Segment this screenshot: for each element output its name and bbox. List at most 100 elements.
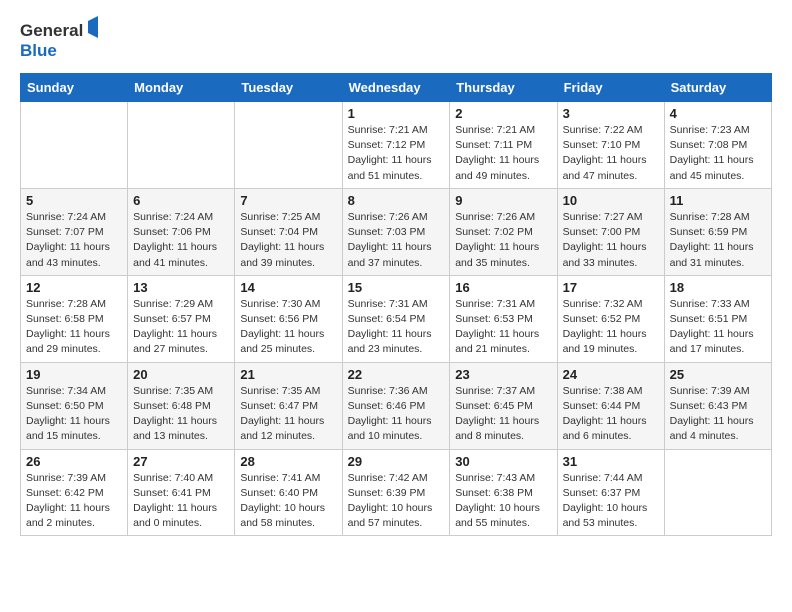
day-info: Sunrise: 7:31 AM Sunset: 6:54 PM Dayligh… bbox=[348, 297, 445, 358]
calendar-cell: 6 Sunrise: 7:24 AM Sunset: 7:06 PM Daylig… bbox=[128, 188, 235, 275]
logo-icon: GeneralBlue bbox=[20, 16, 100, 61]
calendar-table: SundayMondayTuesdayWednesdayThursdayFrid… bbox=[20, 73, 772, 536]
day-number: 25 bbox=[670, 367, 766, 382]
calendar-cell: 18Sunrise: 7:33 AM Sunset: 6:51 PM Dayli… bbox=[664, 275, 771, 362]
day-info: Sunrise: 7:28 AM Sunset: 6:59 PM Dayligh… bbox=[670, 210, 766, 271]
day-number: 11 bbox=[670, 193, 766, 208]
day-info: Sunrise: 7:28 AM Sunset: 6:58 PM Dayligh… bbox=[26, 297, 122, 358]
day-number: 7 bbox=[240, 193, 336, 208]
weekday-header-monday: Monday bbox=[128, 74, 235, 102]
calendar-cell: 10 Sunrise: 7:27 AM Sunset: 7:00 PM Dayli… bbox=[557, 188, 664, 275]
day-info: Sunrise: 7:26 AM Sunset: 7:03 PM Dayligh… bbox=[348, 210, 445, 271]
calendar-cell: 3 Sunrise: 7:22 AM Sunset: 7:10 PM Daylig… bbox=[557, 102, 664, 189]
calendar-cell: 8 Sunrise: 7:26 AM Sunset: 7:03 PM Daylig… bbox=[342, 188, 450, 275]
day-number: 19 bbox=[26, 367, 122, 382]
calendar-cell: 27 Sunrise: 7:40 AM Sunset: 6:41 PM Dayli… bbox=[128, 449, 235, 536]
day-number: 9 bbox=[455, 193, 551, 208]
calendar-cell: 11 Sunrise: 7:28 AM Sunset: 6:59 PM Dayli… bbox=[664, 188, 771, 275]
weekday-header-row: SundayMondayTuesdayWednesdayThursdayFrid… bbox=[21, 74, 772, 102]
calendar-cell: 22 Sunrise: 7:36 AM Sunset: 6:46 PM Dayli… bbox=[342, 362, 450, 449]
calendar-cell bbox=[21, 102, 128, 189]
day-info: Sunrise: 7:27 AM Sunset: 7:00 PM Dayligh… bbox=[563, 210, 659, 271]
day-number: 3 bbox=[563, 106, 659, 121]
calendar-cell: 14 Sunrise: 7:30 AM Sunset: 6:56 PM Dayli… bbox=[235, 275, 342, 362]
calendar-cell: 31Sunrise: 7:44 AM Sunset: 6:37 PM Dayli… bbox=[557, 449, 664, 536]
calendar-week-row: 5 Sunrise: 7:24 AM Sunset: 7:07 PM Daylig… bbox=[21, 188, 772, 275]
weekday-header-thursday: Thursday bbox=[450, 74, 557, 102]
calendar-cell: 13Sunrise: 7:29 AM Sunset: 6:57 PM Dayli… bbox=[128, 275, 235, 362]
calendar-cell: 29Sunrise: 7:42 AM Sunset: 6:39 PM Dayli… bbox=[342, 449, 450, 536]
calendar-cell: 5 Sunrise: 7:24 AM Sunset: 7:07 PM Daylig… bbox=[21, 188, 128, 275]
day-number: 30 bbox=[455, 454, 551, 469]
calendar-cell: 9 Sunrise: 7:26 AM Sunset: 7:02 PM Daylig… bbox=[450, 188, 557, 275]
day-number: 13 bbox=[133, 280, 229, 295]
calendar-cell: 25 Sunrise: 7:39 AM Sunset: 6:43 PM Dayli… bbox=[664, 362, 771, 449]
calendar-cell: 7 Sunrise: 7:25 AM Sunset: 7:04 PM Daylig… bbox=[235, 188, 342, 275]
calendar-cell bbox=[235, 102, 342, 189]
day-number: 24 bbox=[563, 367, 659, 382]
calendar-cell: 12Sunrise: 7:28 AM Sunset: 6:58 PM Dayli… bbox=[21, 275, 128, 362]
calendar-cell: 28 Sunrise: 7:41 AM Sunset: 6:40 PM Dayli… bbox=[235, 449, 342, 536]
day-number: 18 bbox=[670, 280, 766, 295]
weekday-header-tuesday: Tuesday bbox=[235, 74, 342, 102]
weekday-header-sunday: Sunday bbox=[21, 74, 128, 102]
day-info: Sunrise: 7:23 AM Sunset: 7:08 PM Dayligh… bbox=[670, 123, 766, 184]
day-number: 15 bbox=[348, 280, 445, 295]
day-number: 22 bbox=[348, 367, 445, 382]
calendar-cell: 16 Sunrise: 7:31 AM Sunset: 6:53 PM Dayli… bbox=[450, 275, 557, 362]
day-info: Sunrise: 7:36 AM Sunset: 6:46 PM Dayligh… bbox=[348, 384, 445, 445]
day-number: 10 bbox=[563, 193, 659, 208]
day-number: 14 bbox=[240, 280, 336, 295]
day-number: 6 bbox=[133, 193, 229, 208]
calendar-cell: 26 Sunrise: 7:39 AM Sunset: 6:42 PM Dayli… bbox=[21, 449, 128, 536]
day-info: Sunrise: 7:22 AM Sunset: 7:10 PM Dayligh… bbox=[563, 123, 659, 184]
day-number: 1 bbox=[348, 106, 445, 121]
day-info: Sunrise: 7:31 AM Sunset: 6:53 PM Dayligh… bbox=[455, 297, 551, 358]
day-number: 16 bbox=[455, 280, 551, 295]
weekday-header-friday: Friday bbox=[557, 74, 664, 102]
calendar-cell: 30 Sunrise: 7:43 AM Sunset: 6:38 PM Dayli… bbox=[450, 449, 557, 536]
day-info: Sunrise: 7:21 AM Sunset: 7:11 PM Dayligh… bbox=[455, 123, 551, 184]
calendar-cell: 1 Sunrise: 7:21 AM Sunset: 7:12 PM Daylig… bbox=[342, 102, 450, 189]
day-number: 26 bbox=[26, 454, 122, 469]
calendar-cell: 21 Sunrise: 7:35 AM Sunset: 6:47 PM Dayli… bbox=[235, 362, 342, 449]
calendar-cell: 20 Sunrise: 7:35 AM Sunset: 6:48 PM Dayli… bbox=[128, 362, 235, 449]
weekday-header-wednesday: Wednesday bbox=[342, 74, 450, 102]
calendar-cell: 19Sunrise: 7:34 AM Sunset: 6:50 PM Dayli… bbox=[21, 362, 128, 449]
calendar-week-row: 1 Sunrise: 7:21 AM Sunset: 7:12 PM Daylig… bbox=[21, 102, 772, 189]
day-info: Sunrise: 7:24 AM Sunset: 7:07 PM Dayligh… bbox=[26, 210, 122, 271]
day-info: Sunrise: 7:40 AM Sunset: 6:41 PM Dayligh… bbox=[133, 471, 229, 532]
calendar-cell: 23Sunrise: 7:37 AM Sunset: 6:45 PM Dayli… bbox=[450, 362, 557, 449]
calendar-week-row: 19Sunrise: 7:34 AM Sunset: 6:50 PM Dayli… bbox=[21, 362, 772, 449]
day-info: Sunrise: 7:35 AM Sunset: 6:47 PM Dayligh… bbox=[240, 384, 336, 445]
svg-text:General: General bbox=[20, 21, 83, 40]
calendar-cell bbox=[128, 102, 235, 189]
day-number: 21 bbox=[240, 367, 336, 382]
calendar-cell: 15 Sunrise: 7:31 AM Sunset: 6:54 PM Dayli… bbox=[342, 275, 450, 362]
day-info: Sunrise: 7:39 AM Sunset: 6:43 PM Dayligh… bbox=[670, 384, 766, 445]
day-info: Sunrise: 7:32 AM Sunset: 6:52 PM Dayligh… bbox=[563, 297, 659, 358]
day-number: 5 bbox=[26, 193, 122, 208]
day-info: Sunrise: 7:30 AM Sunset: 6:56 PM Dayligh… bbox=[240, 297, 336, 358]
header: GeneralBlue bbox=[20, 16, 772, 61]
day-number: 28 bbox=[240, 454, 336, 469]
day-number: 4 bbox=[670, 106, 766, 121]
svg-text:Blue: Blue bbox=[20, 41, 57, 60]
day-number: 20 bbox=[133, 367, 229, 382]
logo: GeneralBlue bbox=[20, 16, 100, 61]
day-info: Sunrise: 7:24 AM Sunset: 7:06 PM Dayligh… bbox=[133, 210, 229, 271]
day-number: 31 bbox=[563, 454, 659, 469]
calendar-cell: 4 Sunrise: 7:23 AM Sunset: 7:08 PM Daylig… bbox=[664, 102, 771, 189]
day-info: Sunrise: 7:41 AM Sunset: 6:40 PM Dayligh… bbox=[240, 471, 336, 532]
calendar-cell: 2Sunrise: 7:21 AM Sunset: 7:11 PM Daylig… bbox=[450, 102, 557, 189]
day-number: 27 bbox=[133, 454, 229, 469]
day-info: Sunrise: 7:43 AM Sunset: 6:38 PM Dayligh… bbox=[455, 471, 551, 532]
day-info: Sunrise: 7:26 AM Sunset: 7:02 PM Dayligh… bbox=[455, 210, 551, 271]
day-info: Sunrise: 7:39 AM Sunset: 6:42 PM Dayligh… bbox=[26, 471, 122, 532]
calendar-week-row: 26 Sunrise: 7:39 AM Sunset: 6:42 PM Dayli… bbox=[21, 449, 772, 536]
day-info: Sunrise: 7:25 AM Sunset: 7:04 PM Dayligh… bbox=[240, 210, 336, 271]
day-info: Sunrise: 7:35 AM Sunset: 6:48 PM Dayligh… bbox=[133, 384, 229, 445]
day-info: Sunrise: 7:21 AM Sunset: 7:12 PM Dayligh… bbox=[348, 123, 445, 184]
calendar-cell: 24Sunrise: 7:38 AM Sunset: 6:44 PM Dayli… bbox=[557, 362, 664, 449]
day-number: 8 bbox=[348, 193, 445, 208]
